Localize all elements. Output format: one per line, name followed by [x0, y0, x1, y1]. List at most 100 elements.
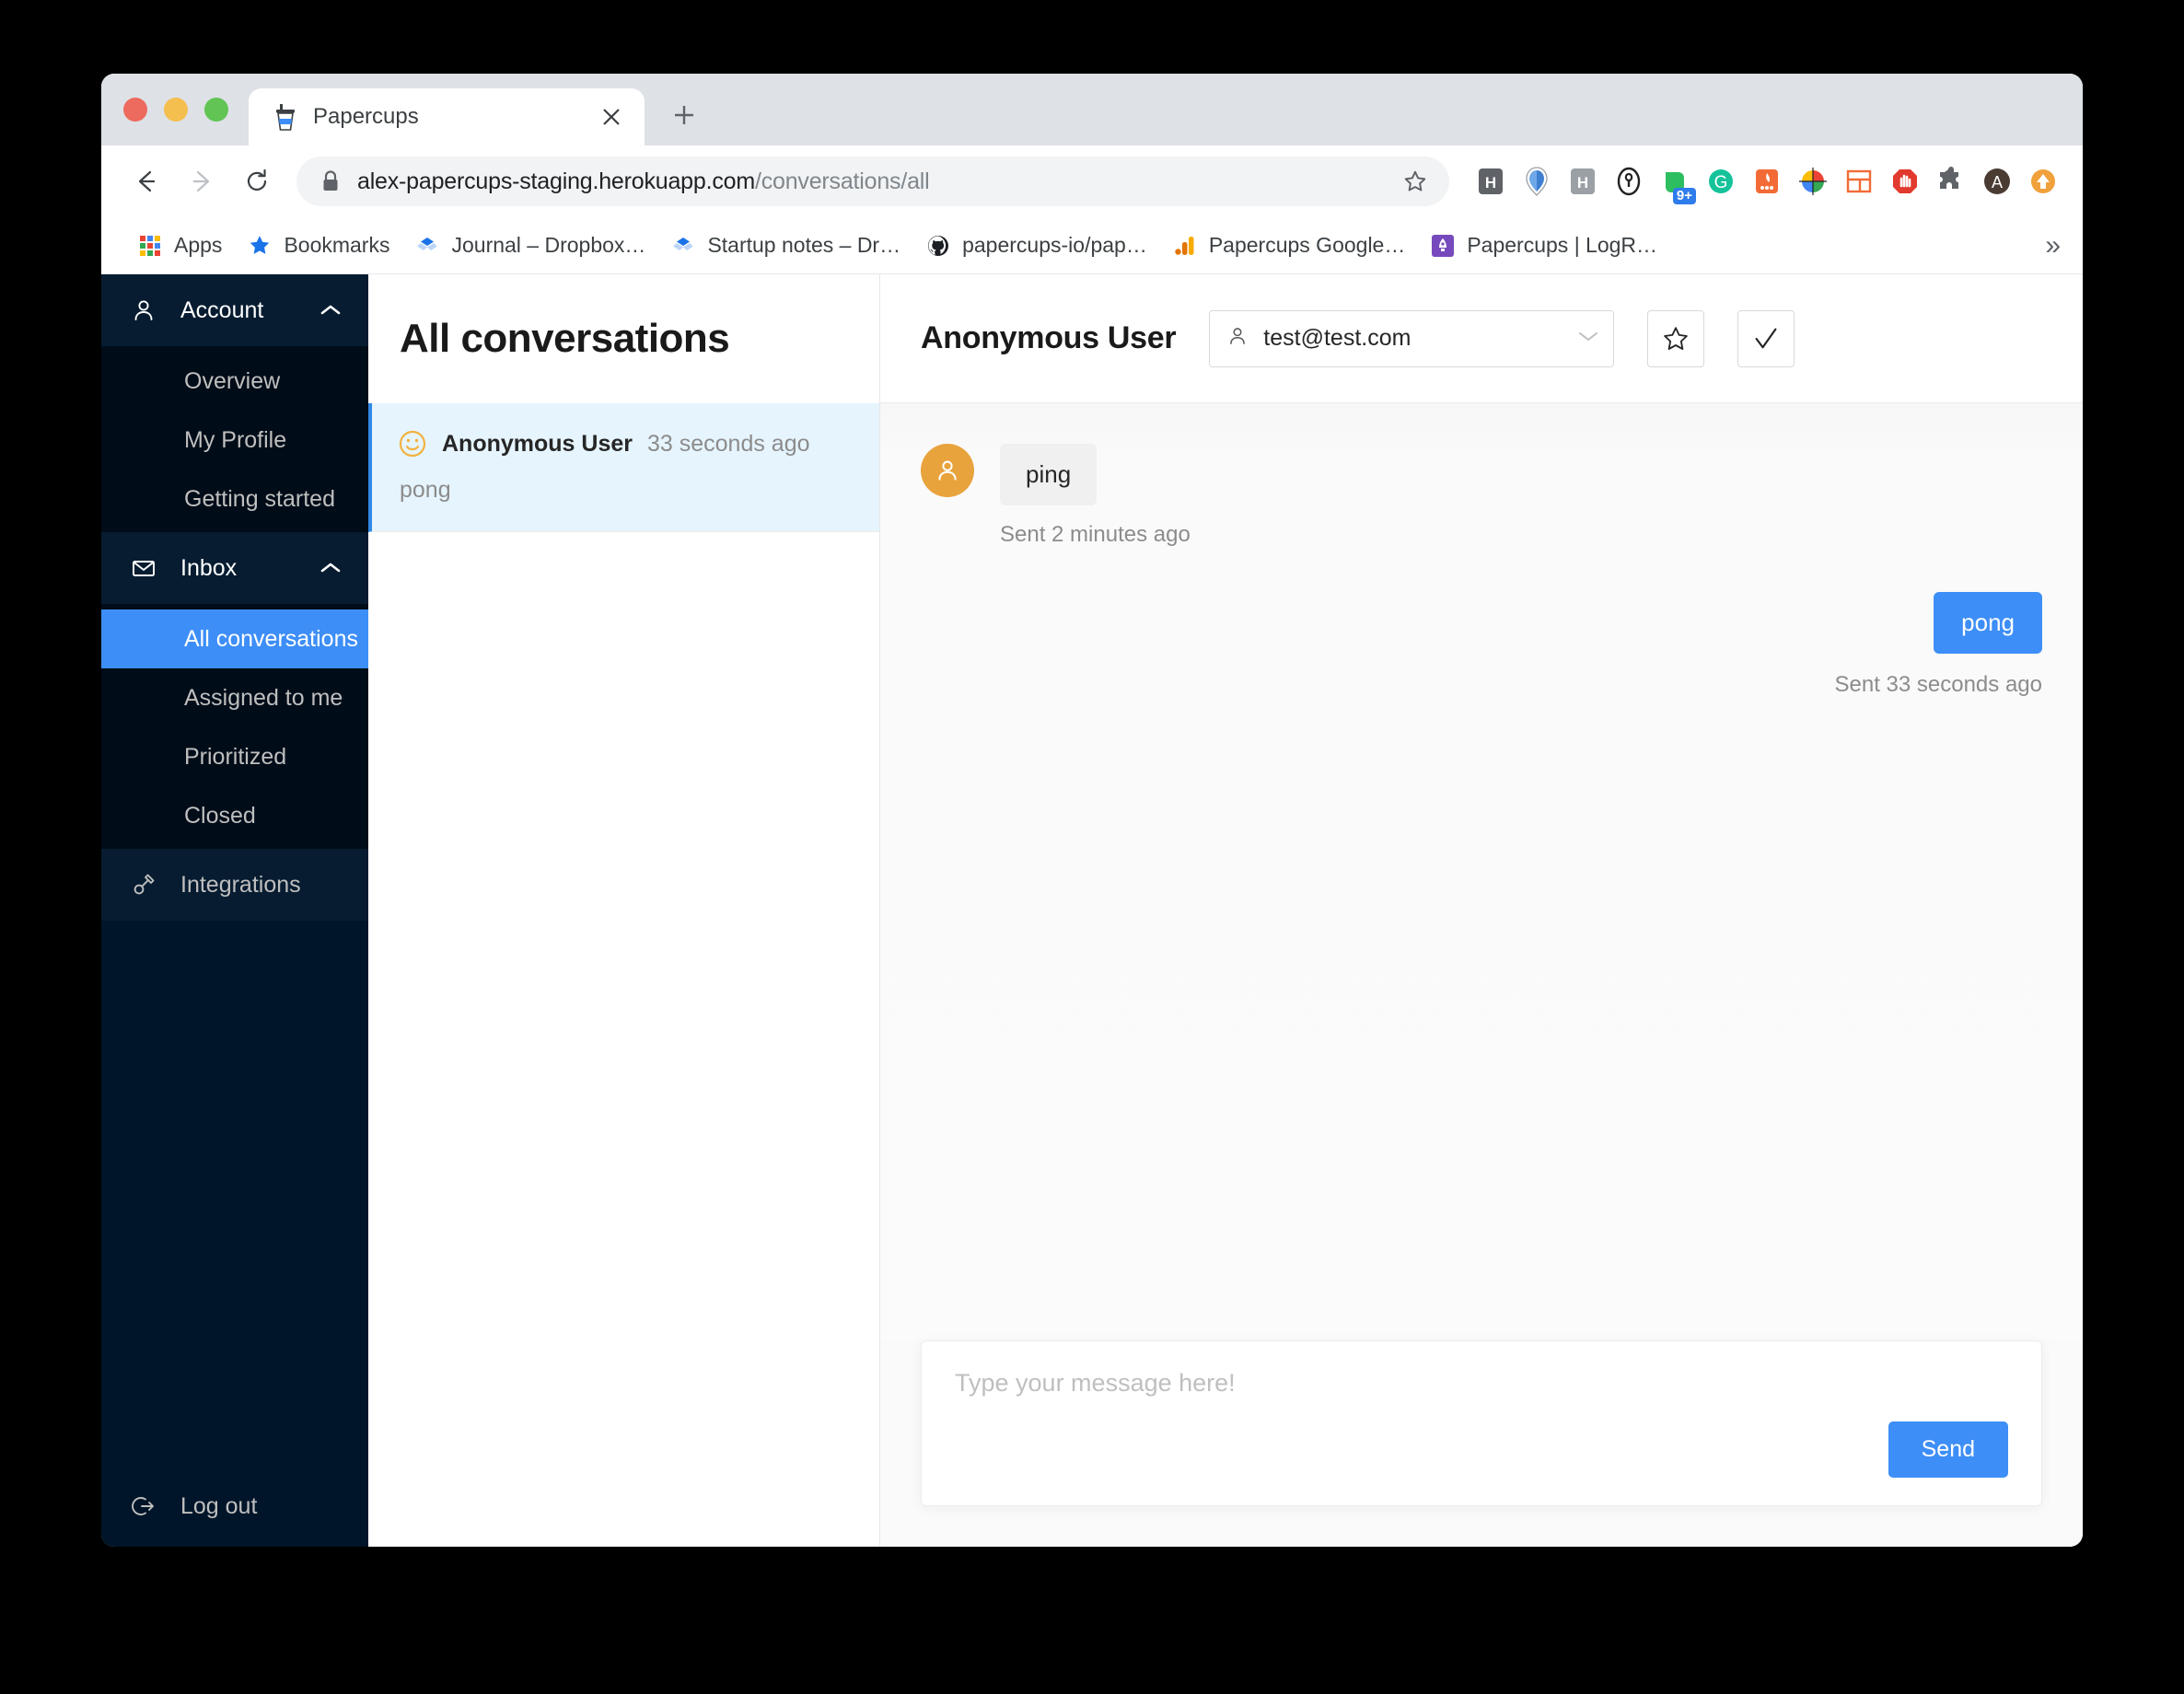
back-arrow-icon[interactable]: [122, 157, 171, 206]
page-title: All conversations: [400, 316, 730, 361]
user-icon: [1226, 325, 1249, 352]
minimize-window-button[interactable]: [164, 98, 188, 122]
sidebar-logout-label: Log out: [180, 1492, 258, 1519]
bookmark-label: Papercups | LogR…: [1467, 233, 1658, 257]
sidebar-group-label: Inbox: [180, 554, 238, 581]
lock-icon: [320, 169, 341, 193]
bookmark-papercups-github[interactable]: papercups-io/pap…: [913, 227, 1160, 263]
close-conversation-check-button[interactable]: [1737, 309, 1795, 367]
api-plug-icon: [131, 872, 157, 898]
avatar: [921, 444, 974, 497]
prioritize-star-button[interactable]: [1647, 309, 1705, 367]
evernote-extension-icon[interactable]: 9+: [1652, 157, 1698, 206]
puzzle-extensions-menu-icon[interactable]: [1928, 157, 1974, 206]
svg-text:G: G: [1714, 173, 1728, 192]
composer-actions: Send: [955, 1421, 2008, 1478]
sidebar-submenu-account: Overview My Profile Getting started: [101, 346, 368, 532]
sidebar-item-label: Overview: [184, 367, 281, 394]
browser-window: Papercups alex-papercups-staging.herokua…: [101, 74, 2083, 1547]
sidebar-item-closed[interactable]: Closed: [101, 786, 368, 845]
sidebar-item-label: Closed: [184, 802, 256, 829]
bookmark-bookmarks-folder[interactable]: Bookmarks: [235, 227, 402, 263]
sidebar-item-label: Integrations: [180, 871, 301, 898]
profile-avatar-icon[interactable]: A: [1974, 157, 2020, 206]
logout-icon: [131, 1493, 157, 1519]
onepassword-extension-icon[interactable]: [1606, 157, 1652, 206]
conversation-customer-name: Anonymous User: [442, 430, 633, 457]
sidebar-item-getting-started[interactable]: Getting started: [101, 470, 368, 528]
url-text: alex-papercups-staging.herokuapp.com/con…: [357, 168, 1390, 195]
colorpick-eyedropper-extension-icon[interactable]: [1790, 157, 1836, 206]
send-button[interactable]: Send: [1888, 1421, 2008, 1478]
honey-extension-icon[interactable]: [1514, 157, 1560, 206]
message-composer[interactable]: Type your message here! Send: [921, 1340, 2042, 1506]
assignee-select[interactable]: test@test.com: [1209, 309, 1615, 367]
chat-title: Anonymous User: [921, 320, 1177, 355]
conversation-preview-text: pong: [400, 477, 451, 503]
reload-icon[interactable]: [232, 157, 282, 206]
message-input[interactable]: Type your message here!: [955, 1369, 2008, 1421]
browser-toolbar: alex-papercups-staging.herokuapp.com/con…: [101, 145, 2083, 217]
chevron-down-icon[interactable]: [1578, 330, 1598, 347]
bookmark-journal-dropbox[interactable]: Journal – Dropbox…: [402, 227, 658, 263]
mail-icon: [131, 555, 157, 581]
sidebar-group-label: Account: [180, 296, 264, 323]
svg-text:H: H: [1485, 174, 1496, 191]
svg-text:A: A: [1992, 173, 2003, 191]
bookmark-label: Apps: [174, 233, 223, 257]
sidebar-item-assigned-to-me[interactable]: Assigned to me: [101, 668, 368, 727]
update-available-icon[interactable]: [2020, 157, 2066, 206]
close-tab-icon[interactable]: [597, 102, 626, 132]
chat-panel: Anonymous User test@test.com ping Sent 2…: [880, 274, 2083, 1547]
sidebar-logout-button[interactable]: Log out: [101, 1466, 368, 1547]
hubspot-sales-extension-icon[interactable]: H: [1560, 157, 1606, 206]
chevron-up-icon[interactable]: [320, 300, 341, 320]
adblock-extension-icon[interactable]: [1882, 157, 1928, 206]
browser-tab-papercups[interactable]: Papercups: [249, 88, 645, 145]
conversation-list-header: All conversations: [368, 274, 879, 403]
bookmark-label: papercups-io/pap…: [962, 233, 1147, 257]
new-tab-button[interactable]: [659, 90, 709, 140]
sidebar-item-my-profile[interactable]: My Profile: [101, 411, 368, 470]
bookmark-label: Journal – Dropbox…: [451, 233, 646, 257]
sidebar-item-label: My Profile: [184, 426, 287, 453]
sidebar-item-prioritized[interactable]: Prioritized: [101, 727, 368, 786]
sidebar-item-all-conversations[interactable]: All conversations: [101, 609, 368, 668]
chevron-up-icon[interactable]: [320, 558, 341, 578]
message-list: ping Sent 2 minutes ago pong Sent 33 sec…: [880, 403, 2083, 1340]
message-bubble: pong: [1934, 592, 2042, 654]
firebase-extension-icon[interactable]: [1744, 157, 1790, 206]
bookmark-apps[interactable]: Apps: [125, 227, 235, 263]
app-sidebar: Account Overview My Profile Getting star…: [101, 274, 368, 1547]
bookmark-label: Startup notes – Dr…: [707, 233, 901, 257]
bookmark-label: Bookmarks: [284, 233, 390, 257]
extension-badge-count: 9+: [1672, 187, 1696, 204]
address-bar[interactable]: alex-papercups-staging.herokuapp.com/con…: [296, 157, 1449, 206]
bookmark-papercups-google-analytics[interactable]: Papercups Google…: [1160, 227, 1419, 263]
sidebar-item-label: Prioritized: [184, 743, 287, 770]
extension-icons: H H 9+ G A: [1468, 157, 2066, 206]
grammarly-extension-icon[interactable]: G: [1698, 157, 1744, 206]
maximize-window-button[interactable]: [204, 98, 228, 122]
sidebar-item-overview[interactable]: Overview: [101, 352, 368, 411]
forward-arrow-icon[interactable]: [177, 157, 227, 206]
bookmark-star-icon[interactable]: [1390, 157, 1440, 206]
hubspot-extension-icon[interactable]: H: [1468, 157, 1514, 206]
tab-title: Papercups: [313, 104, 419, 129]
papercup-icon: [273, 103, 298, 131]
bookmarks-bar: Apps Bookmarks Journal – Dropbox… Startu…: [101, 217, 2083, 274]
conversation-timestamp: 33 seconds ago: [646, 430, 810, 457]
outgoing-message: pong Sent 33 seconds ago: [921, 592, 2042, 698]
sidebar-group-account[interactable]: Account: [101, 274, 368, 346]
bookmark-papercups-logrocket[interactable]: Papercups | LogR…: [1418, 227, 1670, 263]
bookmarks-overflow-button[interactable]: »: [2045, 231, 2061, 260]
close-window-button[interactable]: [123, 98, 147, 122]
conversation-list-item[interactable]: Anonymous User 33 seconds ago pong: [368, 403, 879, 532]
sidebar-group-inbox[interactable]: Inbox: [101, 532, 368, 604]
sidebar-item-integrations[interactable]: Integrations: [101, 849, 368, 921]
window-resizer-extension-icon[interactable]: [1836, 157, 1882, 206]
bookmark-startup-notes-dropbox[interactable]: Startup notes – Dr…: [658, 227, 913, 263]
window-traffic-lights: [101, 98, 249, 145]
sidebar-item-label: Assigned to me: [184, 684, 343, 711]
user-icon: [131, 297, 157, 323]
